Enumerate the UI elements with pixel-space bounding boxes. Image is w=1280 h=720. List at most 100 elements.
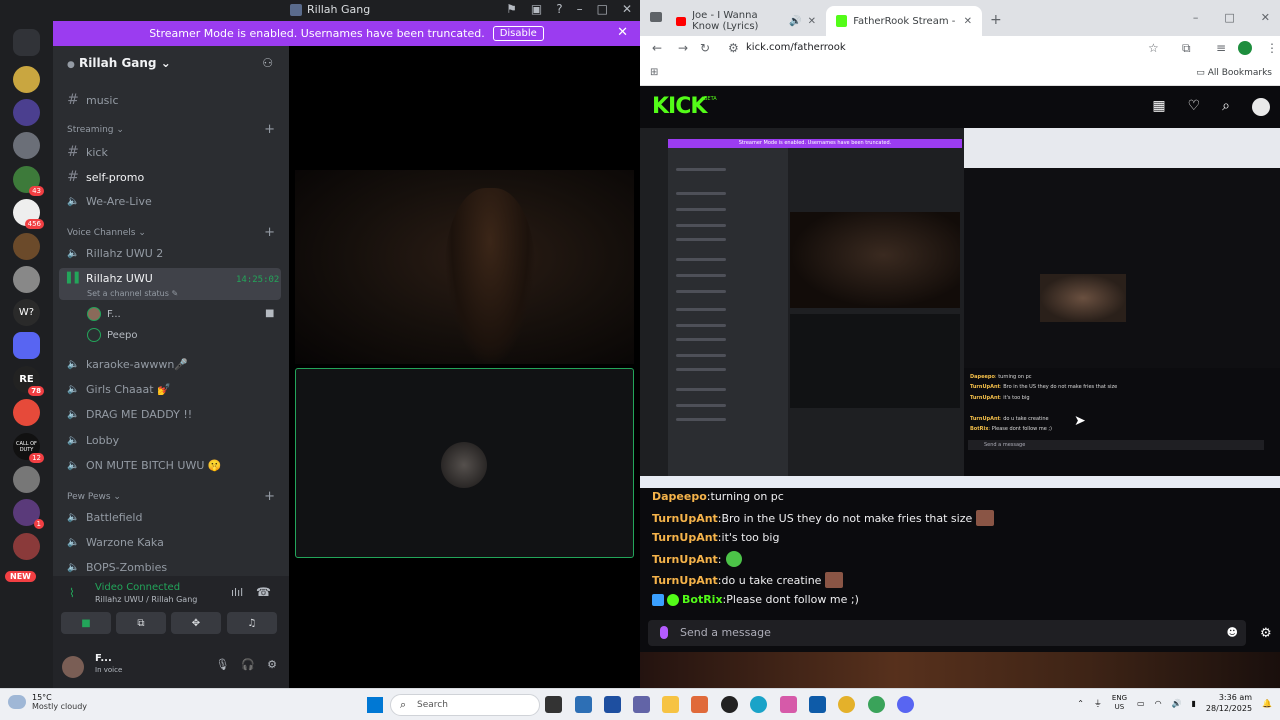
participant-tile[interactable]	[295, 368, 634, 558]
category-pew-pews[interactable]: Pew Pews ⌄	[67, 492, 121, 502]
microphone-icon[interactable]	[660, 626, 668, 639]
chat-username[interactable]: TurnUpAnt	[652, 531, 718, 544]
close-icon[interactable]: ✕	[617, 25, 628, 40]
chat-input[interactable]: Send a message ☻	[648, 620, 1246, 646]
app-icon[interactable]	[809, 696, 826, 713]
help-icon[interactable]: ?	[556, 2, 562, 16]
server-name[interactable]: ● Rillah Gang ⌄	[67, 56, 171, 70]
voice-member[interactable]: F...	[87, 307, 121, 321]
server-icon[interactable]	[13, 533, 40, 560]
app-icon[interactable]	[691, 696, 708, 713]
server-icon[interactable]	[13, 199, 44, 229]
chevron-up-icon[interactable]: ⌃	[1077, 699, 1084, 708]
bookmark-star-icon[interactable]: ☆	[1148, 41, 1159, 55]
soundboard-button[interactable]: ♫	[227, 612, 277, 634]
channel-status[interactable]: Set a channel status ✎	[87, 289, 178, 298]
chat-username[interactable]: TurnUpAnt	[652, 553, 718, 566]
microphone-icon[interactable]: 🎙	[215, 658, 229, 671]
add-channel-icon[interactable]: +	[264, 225, 275, 240]
app-icon[interactable]	[604, 696, 621, 713]
heart-icon[interactable]: ♡	[1188, 98, 1201, 116]
clock[interactable]: 3:36 am 28/12/2025	[1206, 692, 1252, 714]
tab-search-icon[interactable]	[650, 12, 662, 22]
channel-we-are-live[interactable]: 🔈 We-Are-Live	[67, 195, 152, 208]
category-streaming[interactable]: Streaming ⌄	[67, 125, 124, 135]
channel-lobby[interactable]: 🔈 Lobby	[67, 434, 119, 447]
all-bookmarks[interactable]: ▭ All Bookmarks	[1196, 68, 1272, 78]
network-icon[interactable]: ▭	[1137, 699, 1145, 708]
chat-username[interactable]: BotRix	[682, 593, 723, 606]
add-channel-icon[interactable]: +	[264, 122, 275, 137]
add-channel-icon[interactable]: +	[264, 489, 275, 504]
voice-member[interactable]: Peepo	[87, 328, 137, 342]
server-icon[interactable]: RE	[13, 366, 44, 396]
disable-button[interactable]: Disable	[492, 26, 544, 41]
screen-share-button[interactable]: ⧉	[116, 612, 166, 634]
channel-kick[interactable]: # kick	[67, 144, 108, 160]
profile-avatar[interactable]	[1238, 41, 1252, 55]
server-icon[interactable]	[13, 132, 40, 159]
back-icon[interactable]: ←	[652, 41, 662, 55]
extensions-icon[interactable]: ⧉	[1182, 41, 1191, 56]
new-tab-icon[interactable]: +	[990, 12, 1002, 28]
channel-battlefield[interactable]: 🔈 Battlefield	[67, 511, 142, 524]
close-icon[interactable]: ✕	[1261, 11, 1270, 24]
channel-rillahz-uwu-2[interactable]: 🔈 Rillahz UWU 2	[67, 247, 163, 260]
chrome-icon[interactable]	[838, 696, 855, 713]
search-icon[interactable]: ⌕	[1222, 98, 1230, 116]
gear-icon[interactable]: ⚙	[1260, 626, 1272, 641]
disconnect-icon[interactable]: ☎	[256, 585, 271, 599]
channel-rillahz-uwu[interactable]: ▌▌ Rillahz UWU	[67, 272, 153, 285]
weather-widget[interactable]: 15°C Mostly cloudy	[8, 693, 87, 711]
avatar[interactable]	[1252, 98, 1270, 116]
calculator-icon[interactable]	[575, 696, 592, 713]
task-view-icon[interactable]	[545, 696, 562, 713]
category-voice[interactable]: Voice Channels ⌄	[67, 228, 146, 238]
server-icon[interactable]	[13, 166, 44, 196]
channel-music[interactable]: # music	[67, 92, 118, 108]
channel-drag-me-daddy[interactable]: 🔈 DRAG ME DADDY !!	[67, 408, 192, 421]
address-bar[interactable]: kick.com/fatherrook	[746, 42, 846, 53]
chrome-icon[interactable]	[868, 696, 885, 713]
headphones-icon[interactable]: 🎧	[241, 658, 255, 671]
avatar[interactable]	[62, 656, 84, 678]
teams-icon[interactable]	[633, 696, 650, 713]
edge-icon[interactable]	[750, 696, 767, 713]
tab-kick[interactable]: FatherRook Stream - Watch Live ✕	[826, 6, 982, 36]
maximize-icon[interactable]: □	[1224, 11, 1234, 24]
server-icon[interactable]	[13, 499, 44, 529]
screen-icon[interactable]: ▣	[531, 2, 542, 16]
language-indicator[interactable]: ENG US	[1112, 694, 1127, 712]
close-icon[interactable]: ✕	[622, 2, 632, 16]
stream-video[interactable]: Streamer Mode is enabled. Usernames have…	[640, 128, 1280, 488]
minimize-icon[interactable]: –	[577, 2, 583, 16]
channel-karaoke[interactable]: 🔈 karaoke-awwwn🎤	[67, 358, 188, 371]
chat-username[interactable]: Dapeepo	[652, 490, 707, 503]
kick-logo[interactable]: KICK	[652, 94, 707, 119]
notification-icon[interactable]: 🔔	[1262, 699, 1272, 708]
channel-girls-chaaat[interactable]: 🔈 Girls Chaaat 💅	[67, 383, 171, 396]
chat-username[interactable]: TurnUpAnt	[652, 574, 718, 587]
server-icon[interactable]	[13, 332, 40, 359]
media-icon[interactable]: ≡	[1216, 41, 1226, 55]
discord-icon[interactable]	[897, 696, 914, 713]
app-icon[interactable]	[780, 696, 797, 713]
menu-icon[interactable]: ⋮	[1266, 41, 1278, 55]
noise-suppression-icon[interactable]: ılıl	[231, 586, 243, 599]
apps-icon[interactable]: ⊞	[650, 67, 658, 78]
server-icon[interactable]	[13, 233, 40, 260]
channel-warzone-kaka[interactable]: 🔈 Warzone Kaka	[67, 536, 164, 549]
discord-home-icon[interactable]	[13, 29, 40, 56]
forward-icon[interactable]: →	[678, 41, 688, 55]
server-icon[interactable]	[13, 66, 40, 93]
activities-button[interactable]: ✥	[171, 612, 221, 634]
channel-on-mute[interactable]: 🔈 ON MUTE BITCH UWU 🤫	[67, 459, 222, 472]
reload-icon[interactable]: ↻	[700, 41, 710, 55]
server-icon[interactable]: W?	[13, 299, 40, 326]
camera-button[interactable]: ■	[61, 612, 111, 634]
site-info-icon[interactable]: ⚙	[728, 41, 739, 55]
usb-icon[interactable]: ⏚	[1094, 698, 1102, 709]
volume-icon[interactable]: 🔊	[1172, 699, 1182, 708]
start-icon[interactable]	[367, 697, 383, 713]
app-icon[interactable]	[721, 696, 738, 713]
